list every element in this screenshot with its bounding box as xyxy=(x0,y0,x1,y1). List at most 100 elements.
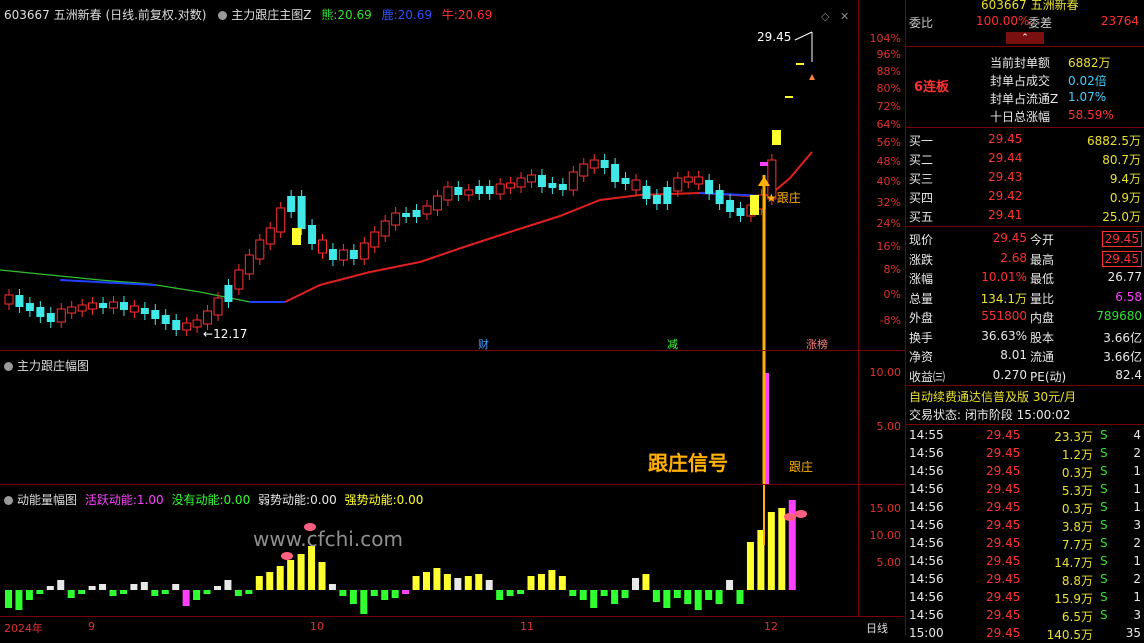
legend-l1-value: 20.69 xyxy=(337,8,372,22)
axis-label: 40% xyxy=(876,175,901,188)
candle xyxy=(548,183,557,188)
close-icon[interactable]: ✕ xyxy=(840,10,849,23)
candle xyxy=(338,249,348,261)
legend-a-value: 1.00 xyxy=(136,493,164,507)
tick-price: 29.45 xyxy=(986,518,1021,532)
momentum-bar xyxy=(569,590,577,596)
candle-limit-up xyxy=(772,130,781,145)
stat-label: 最高 xyxy=(1030,252,1055,267)
tick-volume: 6.5万 xyxy=(1061,610,1093,624)
tick-volume: 7.7万 xyxy=(1061,538,1093,552)
tick-row: 14:56 29.45 7.7万 S 2 xyxy=(906,534,1144,552)
candlestick-chart[interactable] xyxy=(0,0,858,350)
stat-row: 涨幅 10.01% 最低 26.77 xyxy=(906,268,1144,286)
tick-count: 1 xyxy=(1133,464,1141,478)
candle xyxy=(579,163,589,177)
bid-price: 29.41 xyxy=(988,208,1023,222)
panel2-header: 主力跟庄幅图 xyxy=(4,357,89,374)
candle xyxy=(109,301,118,309)
axis-label: 32% xyxy=(876,196,901,209)
panel3-dot-icon[interactable] xyxy=(4,496,13,505)
candle xyxy=(370,231,380,248)
bid-row: 买四 29.42 0.9万 xyxy=(906,187,1144,205)
seal-float-row: 封单占流通Z 1.07% xyxy=(906,88,1144,106)
bid-label: 买三 xyxy=(909,172,934,186)
marker-cai[interactable]: 财 xyxy=(478,336,489,352)
code-title: 603667 五洲新春 xyxy=(906,0,1144,12)
legend-c-value: 0.00 xyxy=(310,493,337,507)
momentum-bar xyxy=(746,542,754,590)
momentum-bar xyxy=(433,568,441,590)
momentum-bar xyxy=(140,582,148,590)
momentum-bar xyxy=(287,560,295,590)
momentum-bar xyxy=(266,572,274,590)
candle xyxy=(255,239,265,260)
momentum-bar xyxy=(423,572,430,590)
axis-label: 80% xyxy=(876,82,901,95)
collapse-button[interactable]: ⌃ xyxy=(1006,32,1044,44)
stat-row: 净资 8.01 流通 3.66亿 xyxy=(906,346,1144,364)
follow-panel[interactable]: 主力跟庄幅图 跟庄信号 跟庄 xyxy=(0,351,858,485)
main-chart-header: 603667 五洲新春 (日线.前复权.对数) 主力跟庄主图Z 熊:20.69 … xyxy=(4,6,492,23)
bid-volume: 0.9万 xyxy=(1109,191,1141,205)
axis-label: 24% xyxy=(876,217,901,230)
marker-zhangbang[interactable]: 涨榜 xyxy=(806,336,828,352)
tick-count: 2 xyxy=(1133,572,1141,586)
stat-row: 涨跌 2.68 最高 29.45 xyxy=(906,249,1144,267)
stat-value: 29.45 xyxy=(1101,231,1142,247)
gem-icon xyxy=(784,513,796,521)
promo-row[interactable]: 自动续费通达信普及版 30元/月 xyxy=(906,386,1144,404)
panel2-follow-label: 跟庄 xyxy=(789,460,814,474)
momentum-bar xyxy=(339,590,347,596)
main-chart-panel[interactable]: 603667 五洲新春 (日线.前复权.对数) 主力跟庄主图Z 熊:20.69 … xyxy=(0,0,858,351)
momentum-bar xyxy=(475,574,483,590)
candle xyxy=(234,269,244,290)
tick-time: 14:56 xyxy=(909,464,944,478)
momentum-bar xyxy=(485,580,493,590)
momentum-bar xyxy=(161,590,169,594)
tick-side: S xyxy=(1100,428,1108,442)
momentum-bar xyxy=(391,590,399,598)
tick-side: S xyxy=(1100,446,1108,460)
promo-text[interactable]: 自动续费通达信普及版 30元/月 xyxy=(909,388,1076,405)
tick-count: 2 xyxy=(1133,536,1141,550)
ten-day-value: 58.59% xyxy=(1068,108,1114,122)
momentum-bar xyxy=(245,590,253,594)
panel2-axis: 10.00 5.00 xyxy=(858,351,905,485)
seal-deal-row: 封单占成交 0.02倍 xyxy=(906,70,1144,88)
momentum-bar xyxy=(527,576,535,590)
bid-price: 29.44 xyxy=(988,151,1023,165)
indicator-dot-icon[interactable] xyxy=(218,8,231,22)
momentum-bar xyxy=(88,586,96,590)
candle xyxy=(527,174,536,183)
candle xyxy=(621,178,630,184)
candle xyxy=(600,160,609,168)
high-pointer xyxy=(794,31,813,41)
bid-volume: 80.7万 xyxy=(1102,153,1141,167)
marker-jian[interactable]: 减 xyxy=(667,336,678,352)
momentum-panel[interactable]: 动能量幅图 活跃动能:1.00 没有动能:0.00 弱势动能:0.00 强势动能… xyxy=(0,485,858,617)
stat-label: 收益㈢ xyxy=(909,369,946,384)
main-price-axis: 104% 96% 88% 80% 72% 64% 56% 48% 40% 32%… xyxy=(858,0,905,351)
momentum-bar xyxy=(25,590,33,600)
candle xyxy=(88,302,98,310)
date-month: 10 xyxy=(310,620,324,633)
momentum-bar xyxy=(224,580,232,590)
momentum-bar xyxy=(360,590,368,614)
candle xyxy=(36,307,45,317)
seal-float-value: 1.07% xyxy=(1068,90,1107,104)
tick-side: S xyxy=(1100,464,1108,478)
stat-value: 6.58 xyxy=(1115,289,1142,304)
diamond-icon[interactable]: ◇ xyxy=(821,10,829,23)
momentum-bars xyxy=(5,500,807,614)
candle xyxy=(213,297,223,316)
period-button[interactable]: 日线 xyxy=(866,620,888,636)
candle xyxy=(464,189,474,196)
momentum-bar xyxy=(548,570,556,590)
tick-volume: 8.8万 xyxy=(1061,574,1093,588)
tick-side: S xyxy=(1100,590,1108,604)
candle xyxy=(328,249,337,260)
axis-label: 10.00 xyxy=(869,529,902,542)
candle xyxy=(318,239,327,254)
panel2-dot-icon[interactable] xyxy=(4,362,13,371)
